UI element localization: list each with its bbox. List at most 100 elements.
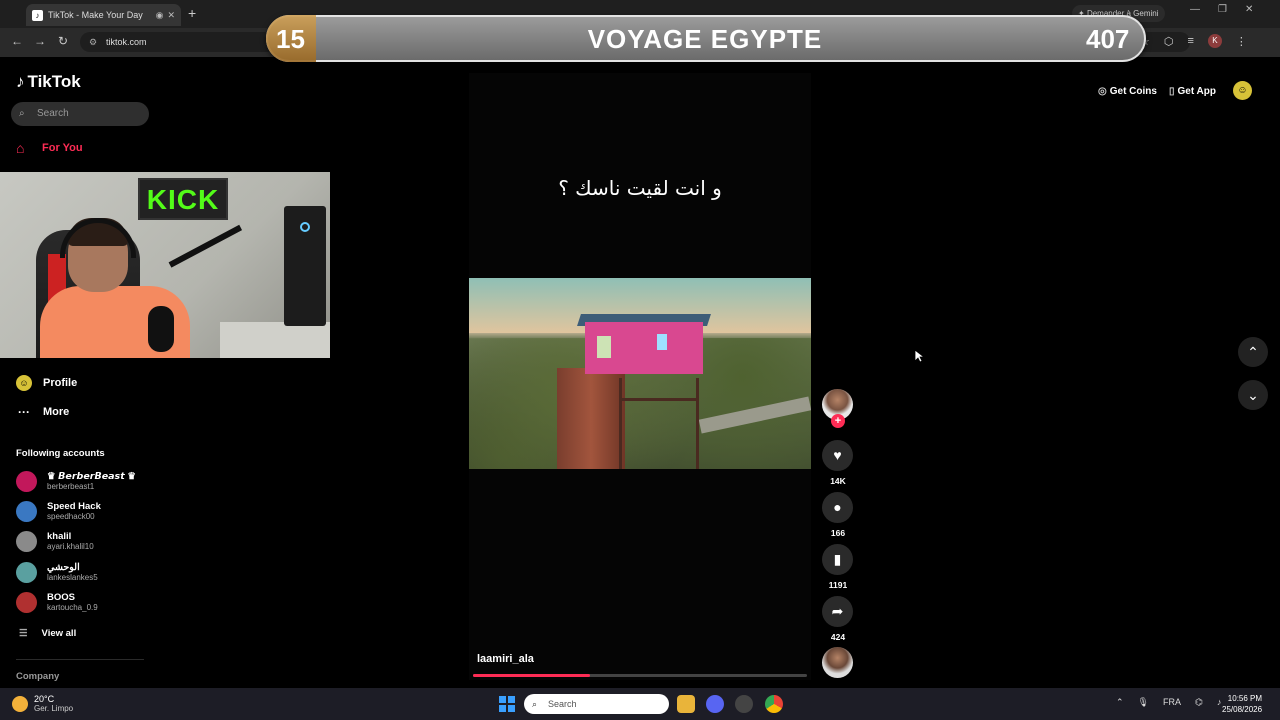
forward-icon[interactable]: → — [34, 34, 46, 48]
follow-plus-icon[interactable]: + — [831, 414, 845, 428]
save-button[interactable]: ▮ — [822, 544, 853, 575]
close-window-icon[interactable]: ✕ — [1245, 4, 1253, 15]
tab-close-icon[interactable]: ✕ — [167, 10, 175, 21]
account-avatar — [16, 531, 37, 552]
site-settings-icon[interactable]: ⚙ — [89, 32, 97, 52]
taskbar-clock[interactable]: 10:56 PM 25/08/2026 — [1222, 693, 1262, 715]
restore-icon[interactable]: ❐ — [1218, 4, 1227, 15]
tab-title: TikTok - Make Your Day — [48, 10, 143, 20]
tiktok-logo-icon: ♪ — [16, 72, 25, 91]
get-app-button[interactable]: ▯ Get App — [1169, 86, 1216, 97]
following-account[interactable]: الوحشي lankeslankes5 — [16, 562, 98, 583]
like-button[interactable]: ♥ — [822, 440, 853, 471]
microphone-icon[interactable]: 🎙 — [1138, 697, 1149, 708]
back-icon[interactable]: ← — [11, 34, 23, 48]
window-controls: — ❐ ✕ — [1190, 4, 1253, 15]
browser-right-controls: ☆ ⬡ ≡ K ⋮ — [1140, 34, 1247, 48]
music-disc-avatar[interactable] — [822, 647, 853, 678]
video-house-door — [597, 336, 611, 358]
taskbar-search[interactable]: ⌕ Search — [524, 694, 669, 714]
tray-chevron-icon[interactable]: ⌃ — [1116, 697, 1124, 708]
account-handle: kartoucha_0.9 — [47, 603, 98, 612]
microphone — [148, 306, 174, 352]
account-handle: lankeslankes5 — [47, 573, 98, 582]
tiktok-favicon-icon: ♪ — [32, 9, 43, 21]
previous-video-button[interactable]: ⌃ — [1238, 337, 1268, 367]
kick-sign: KICK — [138, 178, 228, 220]
minimize-icon[interactable]: — — [1190, 4, 1200, 15]
obs-icon[interactable] — [735, 695, 753, 713]
account-handle: speedhack00 — [47, 512, 95, 521]
network-icon[interactable]: ⌬ — [1195, 697, 1203, 708]
tiktok-logo-text: TikTok — [27, 72, 81, 91]
account-name: khalil — [47, 531, 72, 542]
desk — [220, 322, 330, 358]
following-account[interactable]: BOOS kartoucha_0.9 — [16, 592, 98, 613]
weather-widget[interactable]: 20°C Ger. Limpo — [12, 694, 73, 714]
company-link[interactable]: Company — [16, 671, 59, 682]
bookmark-icon: ▮ — [833, 551, 842, 567]
comment-button[interactable]: ● — [822, 492, 853, 523]
video-house-window — [657, 334, 667, 350]
reload-icon[interactable]: ↻ — [58, 34, 68, 48]
extensions-icon[interactable]: ⬡ — [1164, 35, 1174, 48]
language-indicator[interactable]: FRA — [1163, 697, 1181, 708]
search-input[interactable]: ⌕ Search — [11, 102, 149, 126]
new-tab-icon[interactable]: + — [188, 5, 196, 21]
sidebar-item-for-you[interactable]: ⌂ For You — [16, 141, 83, 155]
account-handle: ayari.khalil10 — [47, 542, 94, 551]
account-avatar — [16, 471, 37, 492]
phone-icon: ▯ — [1168, 86, 1175, 97]
chrome-icon[interactable] — [765, 695, 783, 713]
mouse-cursor-icon — [914, 349, 924, 363]
sidebar-item-profile[interactable]: ☺ Profile — [16, 375, 77, 391]
view-all-label: View all — [41, 628, 77, 639]
overlay-right-number: 407 — [1086, 24, 1130, 54]
share-button[interactable]: ➦ — [822, 596, 853, 627]
volume-icon[interactable]: ♪ — [1217, 697, 1222, 708]
following-accounts-header: Following accounts — [16, 448, 105, 459]
following-account[interactable]: Speed Hack speedhack00 — [16, 501, 101, 522]
weather-sun-icon — [12, 696, 28, 712]
tab-audio-icon[interactable]: ◉ — [156, 10, 164, 21]
menu-icon[interactable]: ⋮ — [1236, 35, 1247, 48]
file-explorer-icon[interactable] — [677, 695, 695, 713]
home-icon: ⌂ — [16, 140, 25, 156]
video-username[interactable]: laamiri_ala — [477, 653, 534, 665]
browser-profile-avatar[interactable]: K — [1207, 34, 1222, 48]
sidebar-item-label: Profile — [43, 377, 78, 389]
sidebar-item-label: For You — [42, 142, 83, 154]
pc-led — [300, 222, 310, 232]
get-coins-button[interactable]: ◎ Get Coins — [1098, 86, 1157, 97]
get-coins-label: Get Coins — [1109, 86, 1157, 97]
webcam-overlay: KICK — [0, 172, 330, 358]
headset — [60, 218, 136, 258]
sidebar-item-more[interactable]: ··· More — [16, 404, 69, 420]
chevron-up-icon: ⌃ — [1247, 344, 1259, 360]
clock-time: 10:56 PM — [1227, 694, 1263, 703]
taskbar-search-placeholder: Search — [548, 699, 577, 709]
view-all-link[interactable]: ☰ View all — [19, 628, 76, 639]
user-avatar[interactable]: ☺ — [1233, 81, 1252, 100]
account-name: ♛ 𝘽𝙚𝙧𝙗𝙚𝙧𝘽𝙚𝙖𝙨𝙩 ♛ — [47, 471, 136, 482]
media-icon[interactable]: ≡ — [1187, 35, 1193, 47]
following-account[interactable]: ♛ 𝘽𝙚𝙧𝙗𝙚𝙧𝘽𝙚𝙖𝙨𝙩 ♛ berberbeast1 — [16, 471, 136, 492]
account-avatar — [16, 562, 37, 583]
video-brick-tower — [557, 368, 625, 469]
browser-tab[interactable]: ♪ TikTok - Make Your Day ◉ ✕ — [26, 4, 181, 26]
save-count: 1191 — [828, 580, 848, 590]
account-name: الوحشي — [47, 562, 80, 573]
following-account[interactable]: khalil ayari.khalil10 — [16, 531, 94, 552]
next-video-button[interactable]: ⌄ — [1238, 380, 1268, 410]
discord-icon[interactable] — [706, 695, 724, 713]
profile-avatar-icon: ☺ — [16, 375, 32, 391]
start-button[interactable] — [499, 696, 515, 712]
get-app-label: Get App — [1177, 86, 1216, 97]
share-count: 424 — [830, 632, 846, 642]
clock-date: 25/08/2026 — [1222, 705, 1263, 714]
tiktok-logo[interactable]: ♪ TikTok — [16, 72, 81, 92]
share-arrow-icon: ➦ — [831, 603, 844, 619]
search-icon: ⌕ — [532, 699, 538, 709]
search-icon: ⌕ — [19, 108, 25, 119]
account-handle: berberbeast1 — [47, 482, 95, 491]
